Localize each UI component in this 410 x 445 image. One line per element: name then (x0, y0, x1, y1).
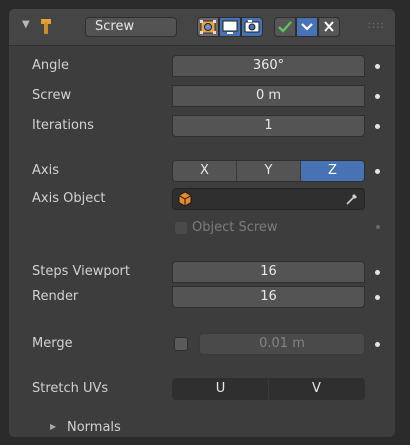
merge-checkbox[interactable] (174, 337, 188, 351)
object-screw-checkbox[interactable] (174, 221, 188, 235)
viewport-display-button[interactable] (219, 17, 241, 37)
remove-modifier-button[interactable] (318, 17, 340, 37)
merge-label: Merge (32, 336, 73, 351)
render-button[interactable] (241, 17, 263, 37)
steps-viewport-field[interactable]: 16 (172, 261, 365, 283)
object-screw-label: Object Screw (192, 220, 278, 235)
normals-subpanel-header[interactable]: ▶ Normals (9, 420, 395, 438)
stretch-uvs-selector: U V (172, 378, 365, 400)
screw-field[interactable]: 0 m (172, 85, 365, 107)
render-steps-field[interactable]: 16 (172, 286, 365, 308)
viewport-display-icon (222, 20, 238, 34)
angle-field[interactable]: 360° (172, 55, 365, 77)
keyframe-dot-icon[interactable] (375, 270, 380, 275)
keyframe-dot-icon[interactable] (376, 225, 380, 229)
edit-cage-button[interactable] (197, 17, 219, 37)
dropdown-menu-button[interactable] (296, 17, 318, 37)
close-icon (324, 21, 334, 32)
eyedropper-icon[interactable] (345, 192, 359, 206)
axis-y-option[interactable]: Y (237, 161, 301, 181)
keyframe-dot-icon[interactable] (375, 295, 380, 300)
keyframe-dot-icon[interactable] (375, 124, 380, 129)
keyframe-dot-icon[interactable] (375, 94, 380, 99)
stretch-v-toggle[interactable]: V (269, 379, 364, 399)
checkmark-icon (278, 21, 292, 33)
stretch-u-toggle[interactable]: U (173, 379, 269, 399)
modifier-name-input[interactable]: Screw (85, 17, 177, 37)
axis-x-option[interactable]: X (173, 161, 237, 181)
drag-handle-icon[interactable]: :::: (368, 20, 385, 31)
screw-label: Screw (32, 88, 72, 103)
keyframe-dot-icon[interactable] (375, 342, 380, 347)
stretch-uvs-label: Stretch UVs (32, 381, 109, 396)
iterations-field[interactable]: 1 (172, 115, 365, 137)
expand-triangle-icon: ▶ (50, 422, 57, 431)
object-icon (178, 191, 192, 207)
modifier-panel: ▼ Screw:::: Angle 360° Screw 0 m Iterat… (8, 8, 396, 438)
axis-object-label: Axis Object (32, 191, 106, 206)
wrench-icon (36, 16, 56, 36)
keyframe-dot-icon[interactable] (375, 64, 380, 69)
axis-z-option[interactable]: Z (301, 161, 364, 181)
axis-object-field[interactable] (172, 188, 365, 210)
axis-label: Axis (32, 163, 59, 178)
modifier-header: ▼ Screw:::: (9, 9, 395, 46)
axis-selector: X Y Z (172, 160, 365, 182)
apply-checkbox-button[interactable] (274, 17, 296, 37)
merge-distance-field[interactable]: 0.01 m (199, 333, 365, 355)
iterations-label: Iterations (32, 118, 94, 133)
cage-edit-icon (200, 20, 216, 34)
keyframe-dot-icon[interactable] (375, 169, 380, 174)
angle-label: Angle (32, 58, 69, 73)
steps-viewport-label: Steps Viewport (32, 264, 131, 279)
render-icon (244, 20, 260, 33)
chevron-down-icon (301, 23, 313, 31)
render-steps-label: Render (32, 289, 79, 304)
collapse-triangle-icon[interactable]: ▼ (22, 19, 30, 30)
normals-label: Normals (67, 420, 121, 435)
